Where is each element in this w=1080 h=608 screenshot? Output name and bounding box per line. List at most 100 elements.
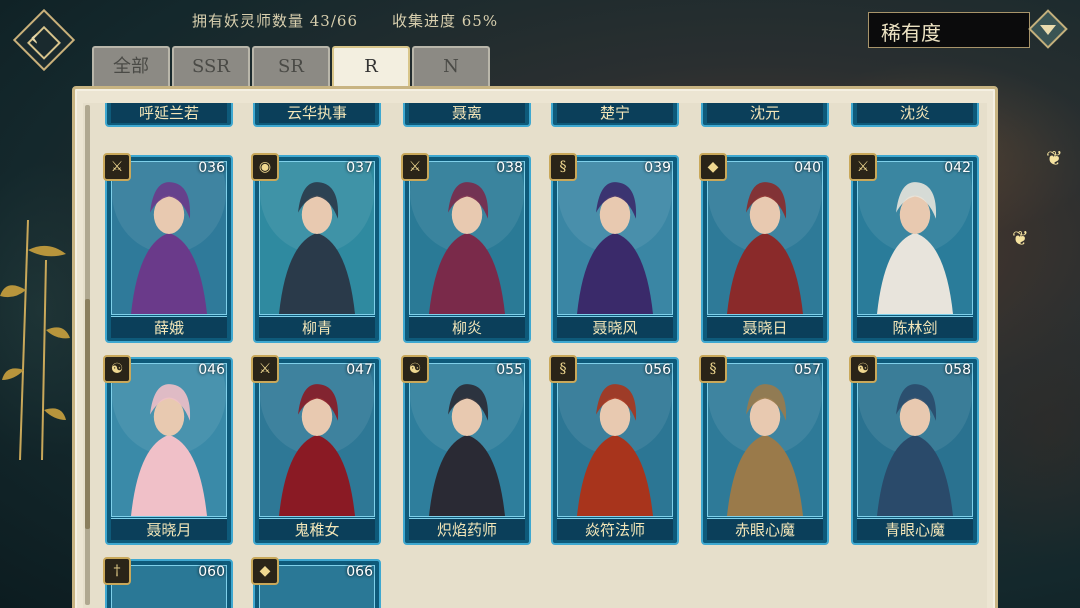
card-art [111,363,227,517]
card-number: 038 [496,160,523,176]
character-name: 赤眼心魔 [707,518,823,540]
card-art [557,161,673,315]
tab-r[interactable]: R [332,46,410,88]
character-portrait [558,162,672,314]
character-portrait [410,162,524,314]
taiji-icon: ☯ [401,355,429,383]
character-card[interactable]: 云华执事 [253,103,381,127]
character-name: 焱符法师 [557,518,673,540]
collection-stats: 拥有妖灵师数量 43/66 收集进度 65% [192,10,498,31]
character-name: 聂晓风 [557,316,673,338]
card-collection-panel: 呼延兰若 云华执事 聂离 楚宁 沈元 沈炎 ⚔ 036 薛娥 ◉ 037 柳青 ⚔ 038 柳炎 § 039 聂晓… [72,86,998,608]
tab-n[interactable]: N [412,46,490,86]
character-portrait [112,364,226,516]
character-card[interactable]: 聂离 [403,103,531,127]
character-name: 呼延兰若 [111,103,227,123]
character-name: 沈炎 [857,103,973,123]
blade-icon: ⚔ [103,153,131,181]
card-art [557,363,673,517]
blade-icon: ⚔ [849,153,877,181]
card-art [707,161,823,315]
card-art [259,161,375,315]
card-art [707,363,823,517]
card-art [409,363,525,517]
chevron-down-icon [1040,25,1056,35]
card-number: 055 [496,362,523,378]
sort-dropdown-toggle[interactable] [1028,9,1068,49]
taiji-icon: ☯ [849,355,877,383]
character-card[interactable]: ☯ 046 聂晓月 [103,355,233,545]
character-name: 青眼心魔 [857,518,973,540]
character-name: 聂离 [409,103,525,123]
character-card[interactable]: ⚔ 038 柳炎 [401,153,531,343]
character-card[interactable]: 沈炎 [851,103,979,127]
card-art [857,161,973,315]
character-card[interactable]: 楚宁 [551,103,679,127]
character-card[interactable]: ☯ 055 炽焰药师 [401,355,531,545]
card-art [111,161,227,315]
back-button[interactable] [12,8,76,72]
tab-sr[interactable]: SR [252,46,330,86]
eye-icon: ◉ [251,153,279,181]
card-number: 039 [644,160,671,176]
butterfly-icon: ❦ [1012,226,1029,250]
character-card[interactable]: ◆ 066 [251,557,381,608]
card-art [409,161,525,315]
character-name: 鬼稚女 [259,518,375,540]
character-portrait [708,162,822,314]
taiji-icon: ☯ [103,355,131,383]
back-arrow-icon: ‹ [30,25,39,51]
shield-icon: ◆ [251,557,279,585]
collection-progress: 收集进度 65% [392,12,499,30]
card-number: 058 [944,362,971,378]
bamboo-decoration [0,220,70,460]
character-card[interactable]: ◆ 040 聂晓日 [699,153,829,343]
character-card[interactable]: ◉ 037 柳青 [251,153,381,343]
card-number: 066 [346,564,373,580]
character-portrait [260,162,374,314]
card-number: 040 [794,160,821,176]
character-portrait [858,162,972,314]
character-card[interactable]: § 056 焱符法师 [549,355,679,545]
character-portrait [858,364,972,516]
blade-icon: ⚔ [401,153,429,181]
card-number: 057 [794,362,821,378]
butterfly-icon: ❦ [1046,146,1063,170]
character-card[interactable]: ⚔ 042 陈林剑 [849,153,979,343]
tab-全部[interactable]: 全部 [92,46,170,86]
scroll-icon: § [699,355,727,383]
blade-icon: ⚔ [251,355,279,383]
tab-ssr[interactable]: SSR [172,46,250,86]
card-grid[interactable]: 呼延兰若 云华执事 聂离 楚宁 沈元 沈炎 ⚔ 036 薛娥 ◉ 037 柳青 ⚔ 038 柳炎 § 039 聂晓… [83,103,987,608]
owned-count: 拥有妖灵师数量 43/66 [192,12,358,30]
card-number: 042 [944,160,971,176]
character-card[interactable]: ⚔ 036 薛娥 [103,153,233,343]
character-name: 柳炎 [409,316,525,338]
sort-dropdown[interactable]: 稀有度 [868,12,1030,48]
rarity-tabs: 全部 SSR SR R N [92,46,490,88]
character-name: 聂晓月 [111,518,227,540]
character-card[interactable]: ☯ 058 青眼心魔 [849,355,979,545]
card-number: 046 [198,362,225,378]
character-name: 陈林剑 [857,316,973,338]
card-art [259,363,375,517]
scrollbar-thumb[interactable] [85,299,90,529]
shield-icon: ◆ [699,153,727,181]
character-portrait [708,364,822,516]
character-name: 楚宁 [557,103,673,123]
character-portrait [112,162,226,314]
character-card[interactable]: † 060 [103,557,233,608]
sort-selected-label: 稀有度 [881,21,941,45]
character-portrait [410,364,524,516]
character-card[interactable]: 呼延兰若 [105,103,233,127]
character-name: 沈元 [707,103,823,123]
character-card[interactable]: ⚔ 047 鬼稚女 [251,355,381,545]
character-name: 炽焰药师 [409,518,525,540]
character-card[interactable]: § 039 聂晓风 [549,153,679,343]
character-card[interactable]: § 057 赤眼心魔 [699,355,829,545]
character-portrait [558,364,672,516]
character-card[interactable]: 沈元 [701,103,829,127]
character-name: 云华执事 [259,103,375,123]
card-art [857,363,973,517]
sword-icon: † [103,557,131,585]
